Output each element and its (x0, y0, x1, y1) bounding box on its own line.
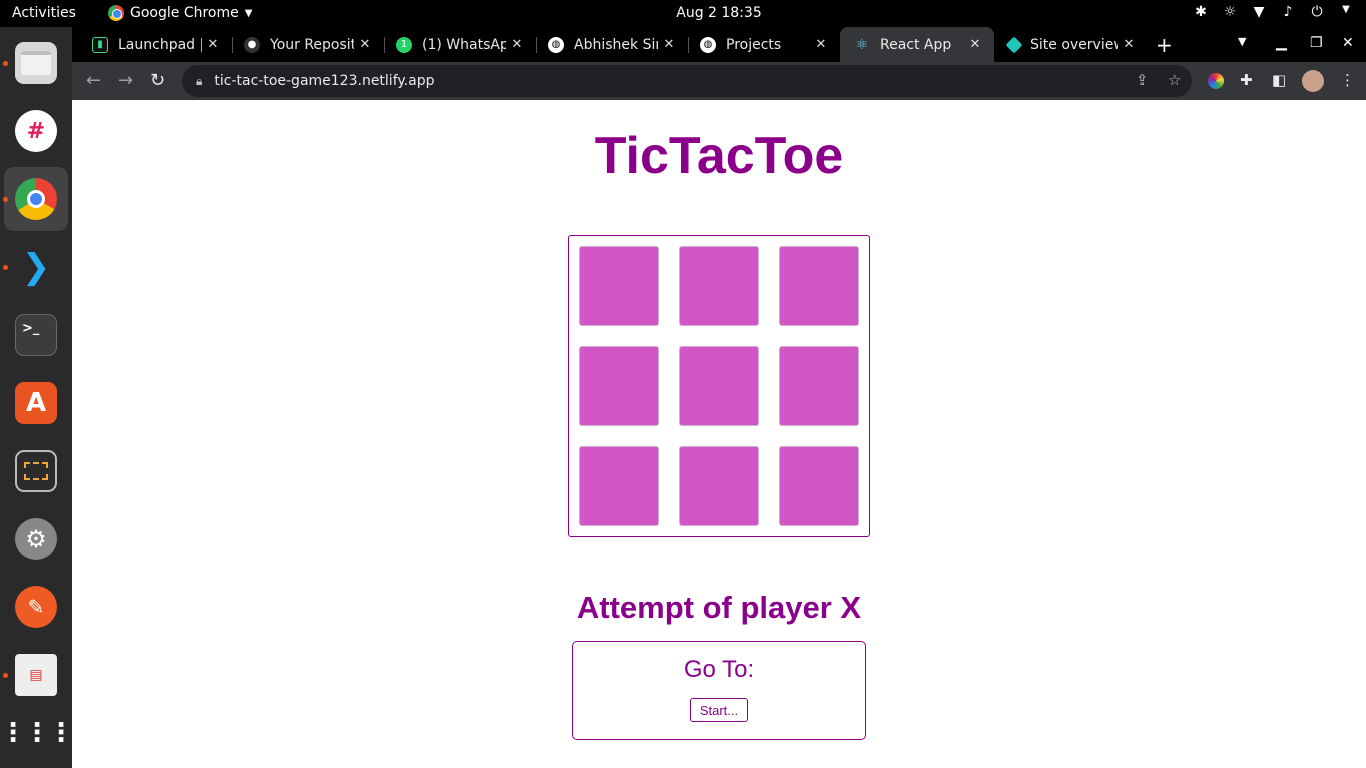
tab-title: Launchpad | (118, 36, 202, 53)
browser-toolbar: ← → ↻ 🔒︎ tic-tac-toe-game123.netlify.app… (72, 62, 1366, 100)
board-cell-7[interactable] (579, 446, 659, 526)
tab-title: Your Reposit (270, 36, 354, 53)
close-icon[interactable]: ✕ (202, 37, 224, 52)
react-icon: ⚛ (855, 36, 869, 53)
vscode-icon: ❯ (21, 247, 51, 287)
brightness-icon[interactable]: ☼ (1222, 4, 1238, 20)
close-icon[interactable]: ✕ (1118, 37, 1140, 52)
chevron-down-icon[interactable]: ▼ (1338, 4, 1354, 20)
files-icon (15, 42, 57, 84)
reload-icon[interactable]: ↻ (150, 70, 165, 91)
board-cell-5[interactable] (679, 346, 759, 426)
tab-title: Projects (726, 36, 782, 53)
board-cell-4[interactable] (579, 346, 659, 426)
chrome-icon (15, 178, 57, 220)
back-icon[interactable]: ← (86, 70, 101, 91)
dock-settings[interactable]: ⚙ (4, 507, 68, 571)
history-panel: Go To: Start... (572, 641, 866, 740)
wifi-icon[interactable]: ▼ (1251, 4, 1267, 20)
close-icon[interactable]: ✕ (354, 37, 376, 52)
tab-abhishek[interactable]: ◍ Abhishek Sin ✕ (534, 27, 688, 62)
dock: # ❯ >_ A ⚙ ✎ ▤ ⋮⋮⋮ (0, 27, 74, 768)
lock-icon[interactable]: 🔒︎ (196, 74, 202, 89)
app-center-icon: A (15, 382, 57, 424)
document-viewer-icon: ▤ (15, 654, 57, 696)
close-icon[interactable]: ✕ (658, 37, 680, 52)
extensions-icon[interactable]: ✚ (1240, 71, 1253, 89)
clock[interactable]: Aug 2 18:35 (0, 5, 1366, 21)
bookmark-star-icon[interactable]: ☆ (1168, 71, 1181, 89)
board-cell-6[interactable] (779, 346, 859, 426)
tab-title: React App (880, 36, 952, 53)
tab-projects[interactable]: ◍ Projects ✕ (686, 27, 840, 62)
app-grid-icon: ⋮⋮⋮ (0, 718, 74, 748)
screenshot-icon (15, 450, 57, 492)
volume-icon[interactable]: ♪ (1280, 4, 1296, 20)
minimize-icon[interactable]: ▁ (1276, 35, 1287, 51)
forward-icon[interactable]: → (118, 70, 133, 91)
dock-vscode[interactable]: ❯ (4, 235, 68, 299)
close-icon[interactable]: ✕ (964, 37, 986, 52)
github-icon: ● (244, 36, 260, 53)
dock-screenshot[interactable] (4, 439, 68, 503)
start-button[interactable]: Start... (690, 698, 748, 722)
menu-kebab-icon[interactable]: ⋮ (1340, 71, 1355, 89)
power-icon[interactable]: ⏻ (1309, 4, 1325, 20)
goto-label: Go To: (683, 656, 755, 683)
url-text[interactable]: tic-tac-toe-game123.netlify.app (214, 73, 434, 89)
show-apps-button[interactable]: ⋮⋮⋮ (0, 701, 74, 765)
dock-document-viewer[interactable]: ▤ (4, 643, 68, 707)
dock-slack[interactable]: # (4, 99, 68, 163)
side-panel-icon[interactable]: ◧ (1272, 71, 1286, 89)
page-title: TicTacToe (594, 127, 844, 185)
system-top-bar: Activities Google Chrome ▼ Aug 2 18:35 ✱… (0, 0, 1366, 27)
slack-tray-icon[interactable]: ✱ (1193, 4, 1209, 20)
tab-whatsapp[interactable]: 1 (1) WhatsApp ✕ (382, 27, 536, 62)
netlify-icon (1005, 36, 1023, 53)
postman-icon: ✎ (15, 586, 57, 628)
window-close-icon[interactable]: ✕ (1342, 35, 1354, 51)
gear-icon: ⚙ (15, 518, 57, 560)
color-picker-extension-icon[interactable] (1208, 73, 1224, 89)
dock-chrome[interactable] (4, 167, 68, 231)
share-icon[interactable]: ⇪ (1136, 71, 1149, 89)
restore-icon[interactable]: ❐ (1310, 35, 1323, 51)
close-icon[interactable]: ✕ (506, 37, 528, 52)
tab-title: (1) WhatsApp (422, 36, 506, 53)
board-cell-3[interactable] (779, 246, 859, 326)
avatar[interactable] (1302, 70, 1324, 92)
dock-files[interactable] (4, 31, 68, 95)
globe-icon: ◍ (548, 36, 564, 53)
terminal-icon: >_ (15, 314, 57, 356)
new-tab-button[interactable]: + (1156, 33, 1173, 57)
board-cell-9[interactable] (779, 446, 859, 526)
dock-software[interactable]: A (4, 371, 68, 435)
board-cell-2[interactable] (679, 246, 759, 326)
tab-github[interactable]: ● Your Reposit ✕ (230, 27, 384, 62)
board-cell-1[interactable] (579, 246, 659, 326)
tab-netlify[interactable]: Site overview ✕ (994, 27, 1148, 62)
tab-title: Site overview (1030, 36, 1118, 53)
game-board (568, 235, 870, 537)
tab-launchpad[interactable]: ▮ Launchpad | ✕ (78, 27, 232, 62)
close-icon[interactable]: ✕ (810, 37, 832, 52)
address-bar[interactable]: 🔒︎ tic-tac-toe-game123.netlify.app ⇪ ☆ (182, 65, 1192, 97)
web-page: TicTacToe Attempt of player X Go To: Sta… (72, 100, 1366, 768)
dock-terminal[interactable]: >_ (4, 303, 68, 367)
browser-window: ▮ Launchpad | ✕ ● Your Reposit ✕ 1 (1) W… (72, 27, 1366, 768)
tab-strip: ▮ Launchpad | ✕ ● Your Reposit ✕ 1 (1) W… (72, 27, 1366, 62)
globe-icon: ◍ (700, 36, 716, 53)
dock-postman[interactable]: ✎ (4, 575, 68, 639)
launchpad-icon: ▮ (92, 36, 108, 53)
tab-search-icon[interactable]: ▼ (1238, 35, 1246, 48)
tab-title: Abhishek Sin (574, 36, 658, 53)
system-tray[interactable]: ✱ ☼ ▼ ♪ ⏻ ▼ (1193, 4, 1354, 20)
board-cell-8[interactable] (679, 446, 759, 526)
slack-icon: # (15, 110, 57, 152)
tab-react-app[interactable]: ⚛ React App ✕ (840, 27, 994, 62)
whatsapp-icon: 1 (396, 36, 412, 53)
game-status: Attempt of player X (576, 590, 862, 625)
